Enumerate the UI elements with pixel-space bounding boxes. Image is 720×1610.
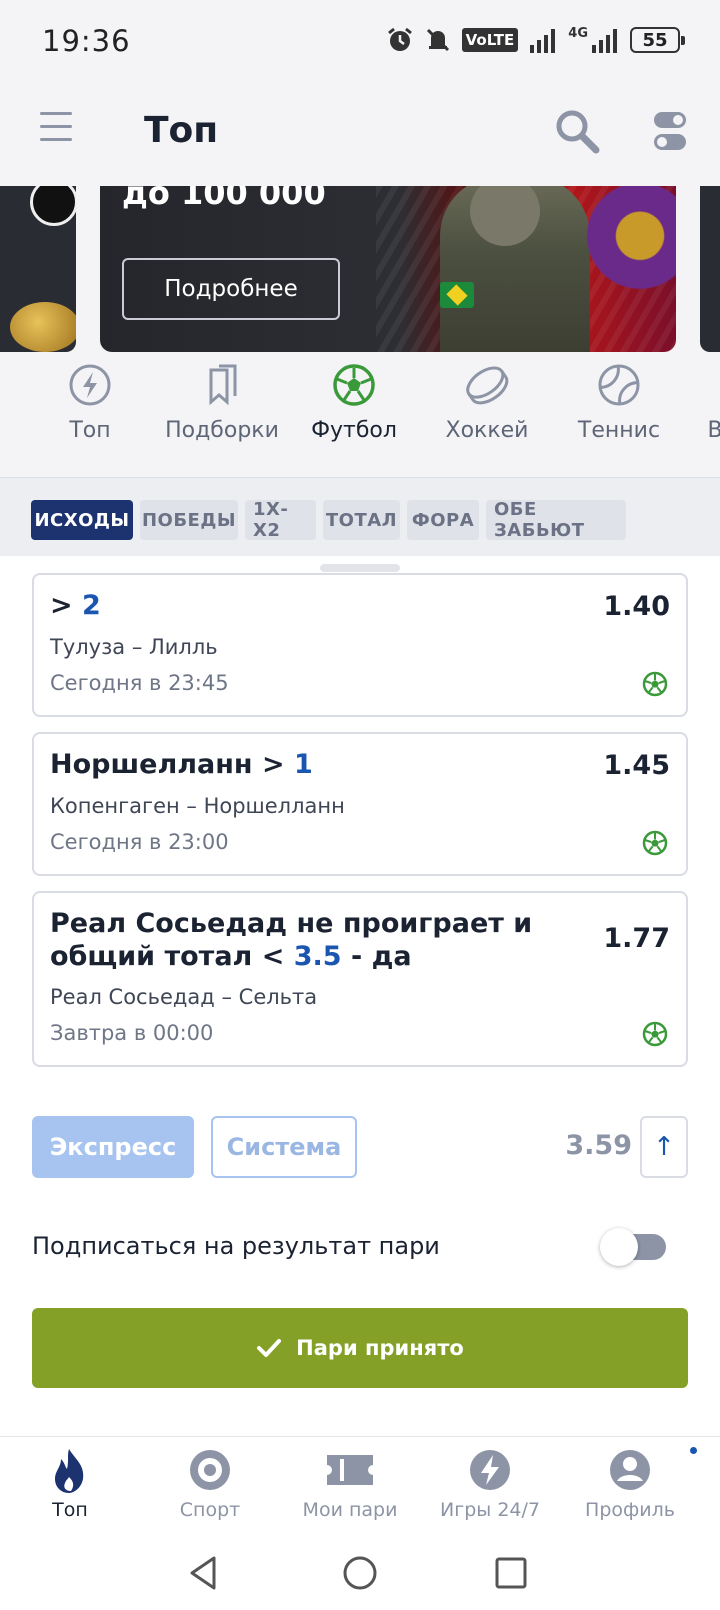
nav-item-my-bets[interactable]: Мои пари — [280, 1447, 420, 1521]
status-icons: VoLTE 4G 55 — [386, 25, 685, 54]
subscribe-label: Подписаться на результат пари — [32, 1232, 440, 1260]
volte-badge: VoLTE — [461, 28, 519, 52]
bet-card[interactable]: Реал Сосьедад не проиграет и общий тотал… — [32, 891, 688, 1067]
football-icon — [642, 1021, 668, 1047]
promo-details-button[interactable]: Подробнее — [122, 258, 340, 320]
filter-chip-handicap[interactable]: ФОРА — [407, 500, 479, 540]
promo-banner[interactable]: до 100 000 Подробнее — [100, 186, 676, 352]
status-bar: 19:36 VoLTE 4G 55 — [0, 0, 720, 82]
market-filter-bar: ИСХОДЫ ПОБЕДЫ 1Х-Х2 ТОТАЛ ФОРА ОБЕ ЗАБЬЮ… — [0, 478, 720, 556]
nav-item-sport[interactable]: Спорт — [140, 1447, 280, 1521]
lightning-icon — [69, 364, 111, 406]
character-image — [580, 186, 676, 352]
bottom-nav: Топ Спорт Мои пари Игры 24/7 Профиль — [0, 1436, 720, 1536]
hockey-puck-icon — [466, 366, 509, 405]
football-icon — [333, 364, 375, 406]
toggle-settings-icon[interactable] — [652, 110, 688, 152]
promo-banner-next[interactable] — [700, 186, 720, 352]
bet-accepted-label: Пари принято — [296, 1336, 464, 1360]
network-label: 4G — [568, 25, 588, 41]
nav-item-profile[interactable]: Профиль — [560, 1447, 700, 1521]
filter-chip-total[interactable]: ТОТАЛ — [323, 500, 400, 540]
sport-item-more[interactable]: В — [650, 362, 720, 443]
total-odds: 3.59 — [565, 1130, 632, 1161]
signal-icon — [592, 29, 617, 53]
system-nav-bar — [0, 1536, 720, 1610]
page-title: Топ — [144, 110, 219, 151]
nav-item-games[interactable]: Игры 24/7 — [420, 1447, 560, 1521]
app-header: Топ — [0, 82, 720, 186]
profile-icon — [610, 1450, 650, 1490]
filter-chip-double-chance[interactable]: 1Х-Х2 — [245, 499, 316, 541]
sport-item-hockey[interactable]: Хоккей — [422, 362, 552, 443]
nav-item-top[interactable]: Топ — [0, 1447, 140, 1521]
bet-odds[interactable]: 1.77 — [603, 923, 670, 954]
promo-banner-prev[interactable] — [0, 186, 76, 352]
bet-title: Норшелланн > 1 — [50, 749, 313, 780]
bet-title: > 2 — [50, 590, 101, 621]
bet-match: Реал Сосьедад – Сельта — [50, 985, 318, 1009]
subscribe-toggle[interactable] — [600, 1228, 666, 1266]
signal-icon — [530, 29, 556, 53]
coin-image — [10, 302, 76, 352]
ticket-icon — [327, 1455, 373, 1485]
sport-item-top[interactable]: Топ — [25, 362, 155, 443]
football-icon — [642, 830, 668, 856]
search-icon[interactable] — [554, 108, 600, 154]
lightning-circle-icon — [470, 1450, 510, 1490]
promo-carousel[interactable]: до 100 000 Подробнее — [0, 186, 720, 354]
checkmark-icon — [257, 1339, 282, 1357]
sport-item-collections[interactable]: Подборки — [157, 362, 287, 443]
alarm-icon — [387, 27, 412, 51]
collapse-slip-button[interactable]: ↑ — [640, 1116, 688, 1178]
promo-title: до 100 000 — [122, 186, 326, 212]
notification-dot — [690, 1447, 697, 1454]
bet-card[interactable]: Норшелланн > 1 1.45 Копенгаген – Норшелл… — [32, 732, 688, 876]
recents-icon[interactable] — [488, 1550, 534, 1596]
sheet-grabber[interactable] — [320, 564, 400, 572]
billiard-ball-image — [30, 186, 76, 226]
filter-chip-wins[interactable]: ПОБЕДЫ — [140, 500, 238, 540]
tennis-ball-icon — [598, 364, 640, 406]
football-icon — [642, 671, 668, 697]
mute-icon — [426, 28, 449, 52]
system-button[interactable]: Система — [211, 1116, 357, 1178]
bet-accepted-button[interactable]: Пари принято — [32, 1308, 688, 1388]
home-icon[interactable] — [337, 1550, 383, 1596]
status-time: 19:36 — [42, 24, 131, 58]
bet-odds[interactable]: 1.40 — [603, 591, 670, 622]
bet-time: Сегодня в 23:45 — [50, 671, 229, 695]
flame-icon — [55, 1449, 84, 1493]
bet-time: Сегодня в 23:00 — [50, 830, 229, 854]
bet-title: Реал Сосьедад не проиграет и общий тотал… — [50, 908, 533, 972]
bookmark-icon — [209, 364, 237, 406]
bet-card[interactable]: > 2 1.40 Тулуза – Лилль Сегодня в 23:45 — [32, 573, 688, 717]
battery-icon: 55 — [630, 27, 685, 53]
bet-match: Копенгаген – Норшелланн — [50, 794, 345, 818]
express-button[interactable]: Экспресс — [32, 1116, 194, 1178]
bet-time: Завтра в 00:00 — [50, 1021, 214, 1045]
bet-odds[interactable]: 1.45 — [603, 750, 670, 781]
filter-chip-outcomes[interactable]: ИСХОДЫ — [31, 500, 133, 540]
sports-menu: Топ Подборки Футбол Хоккей Теннис — [0, 354, 720, 478]
back-icon[interactable] — [182, 1550, 228, 1596]
filter-chip-both-score[interactable]: ОБЕ ЗАБЬЮТ — [486, 499, 626, 541]
brazil-flag-patch — [440, 282, 474, 308]
menu-icon[interactable] — [40, 112, 72, 148]
target-icon — [190, 1450, 230, 1490]
bet-slip-sheet: > 2 1.40 Тулуза – Лилль Сегодня в 23:45 … — [0, 556, 720, 1436]
bet-match: Тулуза – Лилль — [50, 635, 218, 659]
sport-item-football[interactable]: Футбол — [289, 362, 419, 443]
